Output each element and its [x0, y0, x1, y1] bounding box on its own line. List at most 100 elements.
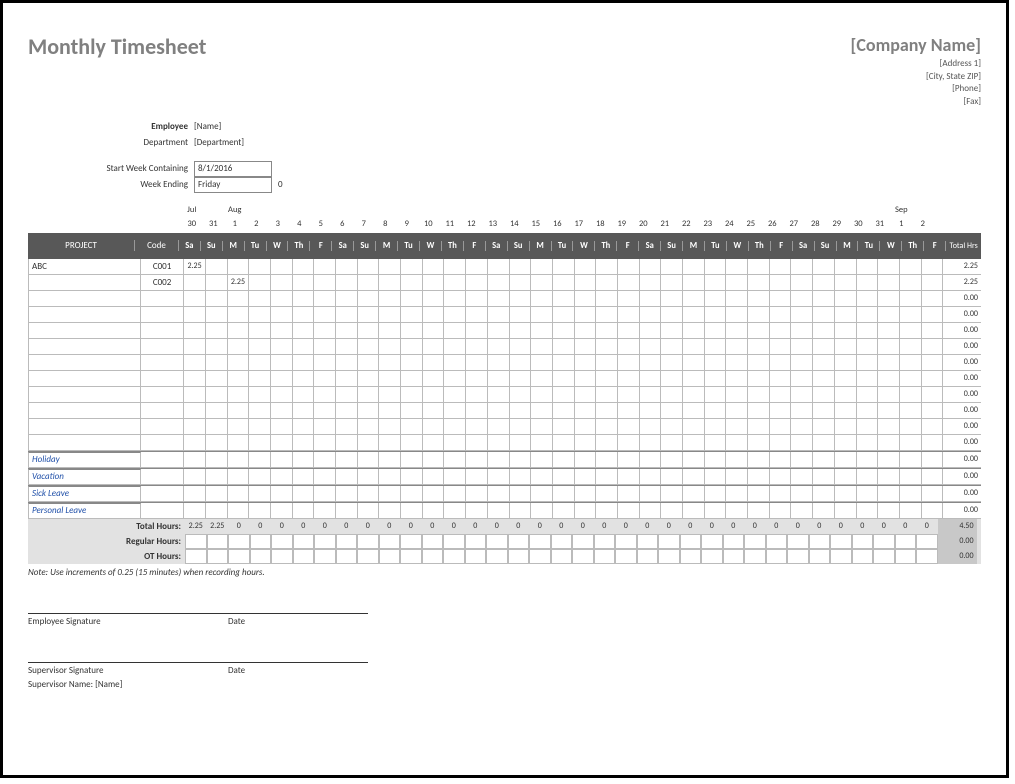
hours-cell[interactable]	[835, 419, 857, 434]
hours-cell[interactable]	[618, 259, 640, 274]
hours-cell[interactable]	[423, 323, 445, 338]
hours-cell[interactable]	[683, 275, 705, 290]
hours-cell[interactable]	[444, 469, 466, 484]
hours-cell[interactable]	[184, 469, 206, 484]
hours-cell[interactable]	[401, 291, 423, 306]
hours-cell[interactable]	[423, 503, 445, 518]
hours-cell[interactable]	[400, 534, 422, 549]
hours-cell[interactable]	[857, 469, 879, 484]
hours-cell[interactable]	[900, 435, 922, 450]
hours-cell[interactable]	[857, 387, 879, 402]
hours-cell[interactable]	[922, 435, 944, 450]
hours-cell[interactable]	[228, 387, 250, 402]
hours-cell[interactable]	[531, 452, 553, 467]
hours-cell[interactable]	[271, 291, 293, 306]
hours-cell[interactable]	[813, 355, 835, 370]
hours-cell[interactable]	[791, 469, 813, 484]
hours-cell[interactable]	[271, 503, 293, 518]
hours-cell[interactable]	[922, 355, 944, 370]
hours-cell[interactable]	[293, 323, 315, 338]
hours-cell[interactable]	[835, 307, 857, 322]
hours-cell[interactable]	[748, 291, 770, 306]
hours-cell[interactable]	[314, 403, 336, 418]
hours-cell[interactable]	[336, 307, 358, 322]
hours-cell[interactable]	[726, 452, 748, 467]
hours-cell[interactable]	[726, 259, 748, 274]
hours-cell[interactable]	[531, 275, 553, 290]
hours-cell[interactable]	[878, 275, 900, 290]
hours-cell[interactable]	[336, 403, 358, 418]
hours-cell[interactable]	[207, 534, 229, 549]
hours-cell[interactable]	[206, 419, 228, 434]
hours-cell[interactable]	[922, 419, 944, 434]
hours-cell[interactable]	[250, 534, 272, 549]
hours-cell[interactable]	[314, 323, 336, 338]
hours-cell[interactable]	[401, 452, 423, 467]
hours-cell[interactable]	[423, 452, 445, 467]
hours-cell[interactable]	[835, 323, 857, 338]
hours-cell[interactable]	[813, 403, 835, 418]
hours-cell[interactable]	[791, 339, 813, 354]
hours-cell[interactable]	[705, 355, 727, 370]
hours-cell[interactable]	[705, 435, 727, 450]
hours-cell[interactable]	[770, 291, 792, 306]
hours-cell[interactable]	[401, 355, 423, 370]
hours-cell[interactable]	[228, 469, 250, 484]
hours-cell[interactable]	[878, 387, 900, 402]
hours-cell[interactable]	[857, 503, 879, 518]
hours-cell[interactable]	[835, 403, 857, 418]
hours-cell[interactable]	[748, 403, 770, 418]
hours-cell[interactable]	[770, 486, 792, 501]
hours-cell[interactable]	[336, 534, 358, 549]
hours-cell[interactable]	[553, 387, 575, 402]
hours-cell[interactable]	[852, 549, 874, 564]
hours-cell[interactable]	[553, 275, 575, 290]
hours-cell[interactable]	[228, 534, 250, 549]
hours-cell[interactable]	[551, 549, 573, 564]
hours-cell[interactable]	[726, 307, 748, 322]
hours-cell[interactable]	[444, 339, 466, 354]
hours-cell[interactable]	[900, 323, 922, 338]
hours-cell[interactable]	[423, 259, 445, 274]
hours-cell[interactable]	[575, 307, 597, 322]
hours-cell[interactable]	[379, 387, 401, 402]
hours-cell[interactable]	[637, 549, 659, 564]
hours-cell[interactable]	[596, 469, 618, 484]
hours-cell[interactable]	[596, 307, 618, 322]
hours-cell[interactable]	[379, 355, 401, 370]
code-cell[interactable]	[141, 371, 184, 386]
hours-cell[interactable]	[553, 339, 575, 354]
hours-cell[interactable]	[228, 403, 250, 418]
hours-cell[interactable]	[184, 452, 206, 467]
hours-cell[interactable]	[336, 549, 358, 564]
hours-cell[interactable]	[922, 387, 944, 402]
hours-cell[interactable]	[618, 371, 640, 386]
hours-cell[interactable]	[813, 371, 835, 386]
hours-cell[interactable]	[766, 534, 788, 549]
hours-cell[interactable]	[835, 371, 857, 386]
hours-cell[interactable]	[358, 307, 380, 322]
hours-cell[interactable]	[510, 323, 532, 338]
hours-cell[interactable]	[531, 419, 553, 434]
hours-cell[interactable]	[488, 323, 510, 338]
hours-cell[interactable]	[510, 291, 532, 306]
hours-cell[interactable]	[857, 291, 879, 306]
hours-cell[interactable]	[618, 403, 640, 418]
hours-cell[interactable]	[466, 419, 488, 434]
hours-cell[interactable]	[206, 403, 228, 418]
hours-cell[interactable]	[184, 419, 206, 434]
hours-cell[interactable]	[830, 534, 852, 549]
hours-cell[interactable]	[835, 387, 857, 402]
hours-cell[interactable]	[809, 534, 831, 549]
hours-cell[interactable]	[640, 339, 662, 354]
hours-cell[interactable]	[228, 486, 250, 501]
hours-cell[interactable]	[358, 503, 380, 518]
hours-cell[interactable]	[618, 355, 640, 370]
hours-cell[interactable]	[423, 275, 445, 290]
hours-cell[interactable]	[185, 534, 207, 549]
hours-cell[interactable]	[770, 419, 792, 434]
hours-cell[interactable]	[575, 503, 597, 518]
hours-cell[interactable]	[271, 323, 293, 338]
hours-cell[interactable]	[488, 259, 510, 274]
hours-cell[interactable]	[249, 387, 271, 402]
